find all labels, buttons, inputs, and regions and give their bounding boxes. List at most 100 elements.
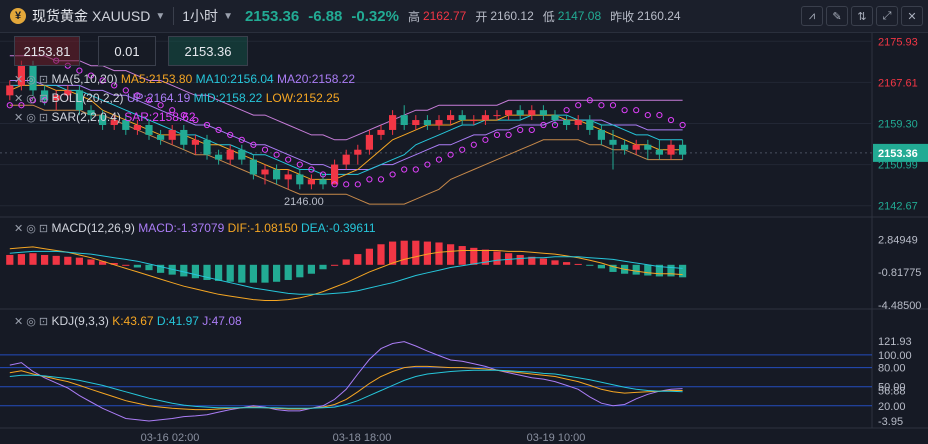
candle-body — [307, 179, 315, 185]
macd-bar — [319, 264, 327, 270]
candle-body — [168, 129, 176, 140]
ma-legend: ✕ ◎ ⊡ MA(5,10,20) MA5:2153.80 MA10:2156.… — [14, 72, 355, 86]
candle-body — [574, 120, 582, 125]
candle-body — [215, 154, 223, 160]
candle-body — [273, 169, 281, 180]
macd-bar — [447, 244, 455, 265]
time-axis-label: 03-18 18:00 — [333, 432, 392, 444]
kdj-panel — [0, 341, 872, 422]
macd-bar — [6, 254, 14, 265]
candle-body — [365, 134, 373, 150]
macd-bar — [400, 240, 408, 265]
macd-bar — [331, 264, 339, 266]
sar-value: SAR:2158.62 — [124, 110, 196, 124]
candle-body — [133, 125, 141, 130]
hide-indicator-icon[interactable]: ✕ ◎ ⊡ — [14, 93, 48, 105]
macd-bar — [389, 241, 397, 265]
macd-bar — [354, 254, 362, 265]
candle-body — [296, 174, 304, 185]
kdj-tick-label: -3.95 — [878, 416, 903, 428]
macd-bar — [586, 264, 594, 266]
candle-body — [493, 115, 501, 117]
candle-body — [238, 149, 246, 160]
candle-body — [226, 149, 234, 160]
macd-tick-label: -0.81775 — [878, 267, 921, 279]
sar-legend: ✕ ◎ ⊡ SAR(2,2,0.4) SAR:2158.62 — [14, 110, 196, 124]
macd-bar — [667, 264, 675, 277]
macd-bar — [342, 259, 350, 265]
macd-bar — [191, 264, 199, 279]
candle-body — [621, 144, 629, 150]
macd-bar — [284, 264, 292, 280]
k-value: K:43.67 — [112, 314, 154, 328]
kdj-tick-label: 121.93 — [878, 336, 912, 348]
dea-line — [9, 250, 683, 295]
macd-bar — [632, 264, 640, 275]
candle-body — [157, 134, 165, 140]
ma-indicator-name[interactable]: MA(5,10,20) — [52, 72, 118, 86]
kdj-indicator-name[interactable]: KDJ(9,3,3) — [52, 314, 109, 328]
hide-indicator-icon[interactable]: ✕ ◎ ⊡ — [14, 223, 48, 235]
j-line — [9, 341, 683, 422]
candle-body — [180, 129, 188, 145]
macd-bar — [87, 259, 95, 265]
candle-body — [6, 85, 14, 96]
candle-body — [528, 110, 536, 116]
boll-indicator-name[interactable]: BOLL(20,2,2) — [52, 91, 124, 105]
boll-low-value: LOW:2152.25 — [265, 91, 340, 105]
kdj-tick-label: 20.00 — [878, 401, 906, 413]
candle-body — [145, 125, 153, 135]
macd-bar — [365, 248, 373, 265]
macd-legend: ✕ ◎ ⊡ MACD(12,26,9) MACD:-1.37079 DIF:-1… — [14, 221, 376, 235]
candle-body — [191, 139, 199, 145]
boll-mid-value: MID:2158.22 — [193, 91, 263, 105]
hide-indicator-icon[interactable]: ✕ ◎ ⊡ — [14, 316, 48, 328]
buy-price-button[interactable]: 2153.36 — [168, 36, 248, 66]
macd-bar — [122, 264, 130, 266]
price-tick-label: 2167.61 — [878, 77, 918, 89]
candle-body — [400, 115, 408, 125]
boll-up-value: UP:2164.19 — [126, 91, 191, 105]
sar-indicator-name[interactable]: SAR(2,2,0.4) — [52, 110, 121, 124]
macd-tick-label: -4.48500 — [878, 300, 921, 312]
hide-indicator-icon[interactable]: ✕ ◎ ⊡ — [14, 112, 48, 124]
macd-bar — [679, 264, 687, 278]
candle-body — [644, 144, 652, 150]
lot-size-input[interactable]: 0.01 — [98, 36, 156, 66]
macd-indicator-name[interactable]: MACD(12,26,9) — [52, 221, 135, 235]
macd-bar — [551, 260, 559, 265]
price-tick-label: 2175.93 — [878, 36, 918, 48]
candle-body — [284, 174, 292, 180]
macd-bar — [29, 253, 37, 265]
macd-tick-label: 2.84949 — [878, 234, 918, 246]
d-value: D:41.97 — [156, 314, 199, 328]
macd-bar — [377, 244, 385, 265]
candle-body — [586, 120, 594, 130]
price-tick-label: 2159.30 — [878, 119, 918, 131]
macd-bar — [296, 264, 304, 278]
candle-body — [342, 154, 350, 165]
candle-body — [632, 144, 640, 150]
candle-body — [551, 115, 559, 121]
macd-bar — [435, 242, 443, 265]
candle-body — [377, 129, 385, 135]
macd-bar — [41, 254, 49, 265]
candle-body — [481, 115, 489, 121]
candle-body — [203, 139, 211, 155]
hide-indicator-icon[interactable]: ✕ ◎ ⊡ — [14, 74, 48, 86]
candle-body — [597, 129, 605, 140]
sell-price-button[interactable]: 2153.81 — [14, 36, 80, 66]
candle-body — [505, 110, 513, 116]
dif-value: DIF:-1.08150 — [227, 221, 298, 235]
macd-bar — [215, 264, 223, 281]
macd-bar — [238, 264, 246, 283]
candle-body — [609, 139, 617, 145]
candle-body — [679, 144, 687, 155]
macd-bar — [273, 264, 281, 282]
macd-value: MACD:-1.37079 — [138, 221, 225, 235]
macd-bar — [75, 257, 83, 265]
macd-bar — [145, 264, 153, 271]
dea-value: DEA:-0.39611 — [301, 221, 376, 235]
price-tick-label: 2142.67 — [878, 201, 918, 213]
candle-body — [458, 115, 466, 121]
